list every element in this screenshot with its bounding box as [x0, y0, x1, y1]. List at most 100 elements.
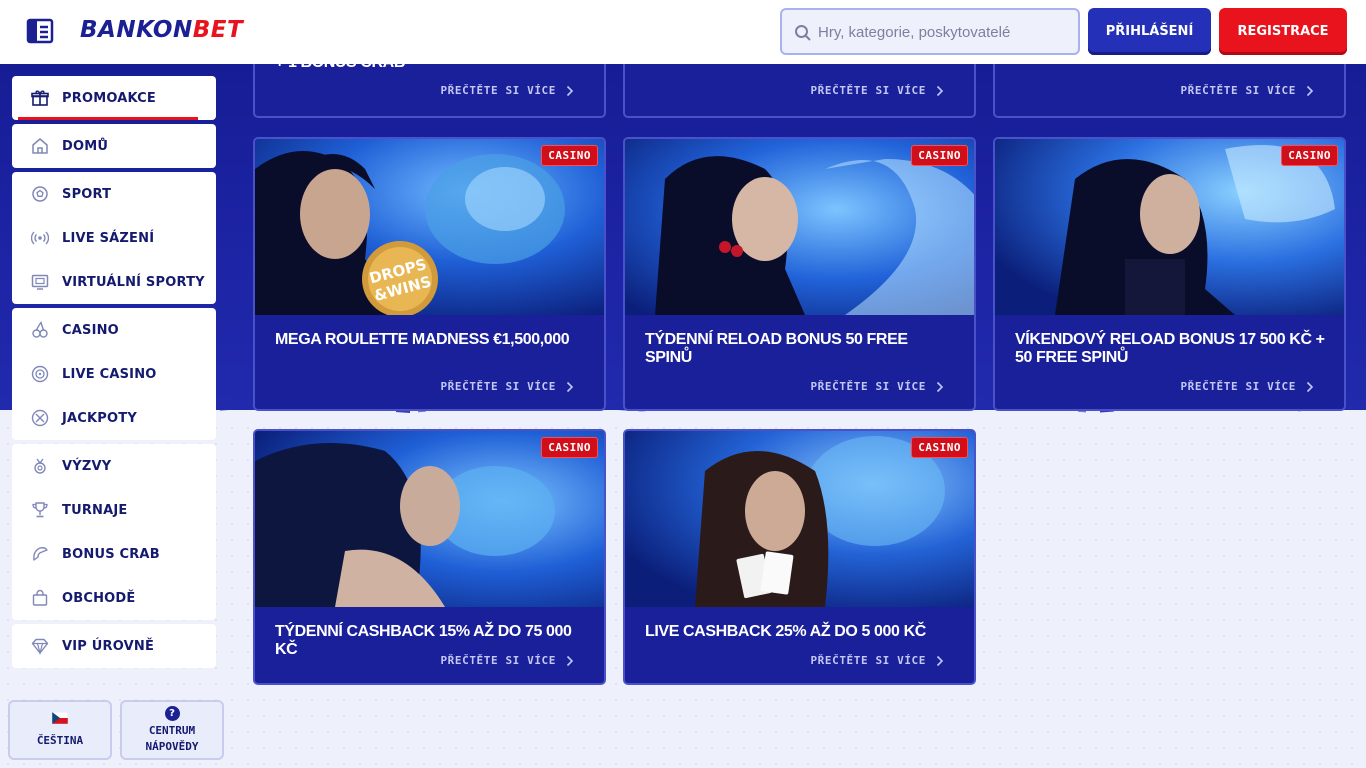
search-input[interactable]: [818, 20, 1068, 44]
sidebar-item-domu[interactable]: DOMŮ: [12, 124, 216, 168]
chevron-right-icon: [1306, 381, 1314, 392]
promo-card-title: VÍKENDOVÝ RELOAD BONUS 17 500 KČ + 50 FR…: [1015, 331, 1325, 366]
chevron-right-icon: [936, 381, 944, 392]
sidebar-item-sport[interactable]: SPORT: [12, 172, 216, 216]
chevron-right-icon: [566, 381, 574, 392]
sidebar-item-label: LIVE CASINO: [62, 366, 157, 382]
crab-claw-icon: [30, 544, 50, 564]
sidebar-item-label: JACKPOTY: [62, 410, 137, 426]
help-label-line1: CENTRUM: [148, 723, 196, 737]
site-logo[interactable]: BANKONBET: [80, 17, 243, 43]
sidebar-item-label: TURNAJE: [62, 502, 128, 518]
read-more-link[interactable]: PŘEČTĚTE SI VÍCE: [440, 380, 574, 393]
promo-card[interactable]: CASINO TÝDENNÍ CASHBACK 15% AŽ DO 75 000…: [253, 429, 606, 685]
read-more-label: PŘEČTĚTE SI VÍCE: [810, 654, 926, 667]
sidebar-item-label: SPORT: [62, 186, 112, 202]
sidebar-item-promoakce[interactable]: PROMOAKCE: [12, 76, 216, 120]
read-more-label: PŘEČTĚTE SI VÍCE: [1180, 84, 1296, 97]
sidebar-item-vip-urovne[interactable]: VIP ÚROVNĚ: [12, 624, 216, 668]
logo-text-bet: BET: [192, 17, 244, 43]
sidebar-item-label: VIP ÚROVNĚ: [62, 638, 155, 654]
read-more-link[interactable]: PŘEČTĚTE SI VÍCE: [810, 654, 944, 667]
read-more-link[interactable]: PŘEČTĚTE SI VÍCE: [810, 380, 944, 393]
promo-card-partial[interactable]: PŘEČTĚTE SI VÍCE: [623, 62, 976, 118]
promo-card[interactable]: CASINO LIVE CASHBACK 25% AŽ DO 5 000 KČ …: [623, 429, 976, 685]
language-label: ČEŠTINA: [36, 734, 84, 747]
register-button[interactable]: REGISTRACE: [1219, 8, 1347, 55]
sidebar-item-label: PROMOAKCE: [62, 90, 156, 106]
search-icon: [795, 25, 811, 41]
read-more-label: PŘEČTĚTE SI VÍCE: [440, 654, 556, 667]
sidebar-item-live-casino[interactable]: LIVE CASINO: [12, 352, 216, 396]
read-more-label: PŘEČTĚTE SI VÍCE: [1180, 380, 1296, 393]
sidebar-item-live-sazeni[interactable]: LIVE SÁZENÍ: [12, 216, 216, 260]
trophy-icon: [30, 500, 50, 520]
read-more-link[interactable]: PŘEČTĚTE SI VÍCE: [440, 84, 574, 97]
sidebar-item-label: LIVE SÁZENÍ: [62, 230, 155, 246]
chevron-right-icon: [566, 655, 574, 666]
chevron-right-icon: [566, 85, 574, 96]
sidebar-item-jackpoty[interactable]: JACKPOTY: [12, 396, 216, 440]
chip-icon: [30, 408, 50, 428]
gift-icon: [30, 88, 50, 108]
nav-group-vip: VIP ÚROVNĚ: [12, 624, 216, 668]
sidebar-item-turnaje[interactable]: TURNAJE: [12, 488, 216, 532]
read-more-label: PŘEČTĚTE SI VÍCE: [810, 380, 926, 393]
read-more-link[interactable]: PŘEČTĚTE SI VÍCE: [1180, 380, 1314, 393]
shopping-bag-icon: [30, 588, 50, 608]
nav-group-casino: CASINO LIVE CASINO JACKPOTY: [12, 308, 216, 440]
promo-card-title: LIVE CASHBACK 25% AŽ DO 5 000 KČ: [645, 623, 926, 640]
sidebar-nav: PROMOAKCE DOMŮ SPORT LIVE SÁZENÍ VIRTUÁL…: [12, 76, 216, 672]
read-more-label: PŘEČTĚTE SI VÍCE: [440, 84, 556, 97]
sidebar-item-virtualni-sporty[interactable]: VIRTUÁLNÍ SPORTY: [12, 260, 216, 304]
help-label-line2: NÁPOVĚDY: [145, 739, 199, 753]
category-badge: CASINO: [911, 437, 968, 458]
medal-icon: [30, 456, 50, 476]
sidebar-item-label: CASINO: [62, 322, 119, 338]
promo-card-partial[interactable]: + 1 BONUS CRAB PŘEČTĚTE SI VÍCE: [253, 54, 606, 118]
chevron-right-icon: [936, 655, 944, 666]
sidebar-item-label: VÝZVY: [62, 458, 112, 474]
help-center-button[interactable]: ? CENTRUM NÁPOVĚDY: [120, 700, 224, 760]
read-more-label: PŘEČTĚTE SI VÍCE: [810, 84, 926, 97]
cherries-icon: [30, 320, 50, 340]
category-badge: CASINO: [541, 145, 598, 166]
promo-card[interactable]: CASINO TÝDENNÍ RELOAD BONUS 50 FREE SPIN…: [623, 137, 976, 411]
nav-group-home: DOMŮ: [12, 124, 216, 168]
sidebar-toggle-icon[interactable]: [26, 17, 56, 45]
sidebar-item-label: OBCHODĚ: [62, 590, 136, 606]
category-badge: CASINO: [911, 145, 968, 166]
czech-flag-icon: [51, 711, 69, 729]
diamond-icon: [30, 636, 50, 656]
category-badge: CASINO: [1281, 145, 1338, 166]
chevron-right-icon: [936, 85, 944, 96]
search-box: [780, 8, 1080, 55]
language-button[interactable]: ČEŠTINA: [8, 700, 112, 760]
help-icon: ?: [164, 705, 180, 721]
sidebar-item-casino[interactable]: CASINO: [12, 308, 216, 352]
login-button[interactable]: PŘIHLÁŠENÍ: [1088, 8, 1211, 55]
promo-card-partial[interactable]: PŘEČTĚTE SI VÍCE: [993, 62, 1346, 118]
sidebar-item-bonus-crab[interactable]: BONUS CRAB: [12, 532, 216, 576]
promo-card-title: TÝDENNÍ RELOAD BONUS 50 FREE SPINŮ: [645, 331, 908, 366]
monitor-icon: [30, 272, 50, 292]
nav-group-sport: SPORT LIVE SÁZENÍ VIRTUÁLNÍ SPORTY: [12, 172, 216, 304]
promo-card[interactable]: DROPS &WINS CASINO MEGA ROULETTE MADNESS…: [253, 137, 606, 411]
nav-group-rewards: VÝZVY TURNAJE BONUS CRAB OBCHODĚ: [12, 444, 216, 620]
sidebar-item-obchode[interactable]: OBCHODĚ: [12, 576, 216, 620]
read-more-link[interactable]: PŘEČTĚTE SI VÍCE: [1180, 84, 1314, 97]
read-more-link[interactable]: PŘEČTĚTE SI VÍCE: [810, 84, 944, 97]
broadcast-icon: [30, 228, 50, 248]
promo-card-title: MEGA ROULETTE MADNESS €1,500,000: [275, 331, 570, 348]
sidebar-item-vyzvy[interactable]: VÝZVY: [12, 444, 216, 488]
roulette-icon: [30, 364, 50, 384]
logo-text-bankon: BANKON: [80, 17, 193, 43]
soccer-ball-icon: [30, 184, 50, 204]
chevron-right-icon: [1306, 85, 1314, 96]
nav-group-promo: PROMOAKCE: [12, 76, 216, 120]
sidebar-item-label: VIRTUÁLNÍ SPORTY: [62, 274, 205, 290]
promo-card[interactable]: CASINO VÍKENDOVÝ RELOAD BONUS 17 500 KČ …: [993, 137, 1346, 411]
read-more-link[interactable]: PŘEČTĚTE SI VÍCE: [440, 654, 574, 667]
read-more-label: PŘEČTĚTE SI VÍCE: [440, 380, 556, 393]
home-icon: [30, 136, 50, 156]
